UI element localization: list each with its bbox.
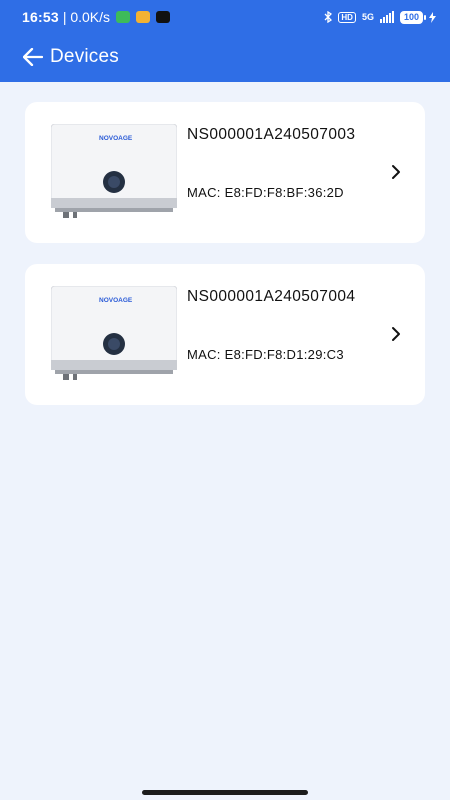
inverter-device-image: NOVOAGE — [51, 124, 177, 218]
nav-row: Devices — [0, 40, 450, 74]
status-speed: | 0.0K/s — [62, 9, 111, 25]
hd-badge: HD — [338, 11, 356, 23]
notes-app-icon — [136, 11, 151, 23]
network-label: 5G — [361, 12, 374, 22]
home-indicator[interactable] — [142, 790, 308, 795]
message-app-icon — [116, 11, 131, 23]
battery-level: 100 — [403, 11, 419, 22]
device-brand: NOVOAGE — [99, 297, 133, 304]
chevron-right-icon — [392, 165, 400, 179]
device-card[interactable]: NOVOAGE NS000001A240507003 MAC: E8:FD:F8… — [25, 102, 425, 243]
bluetooth-icon — [324, 11, 333, 23]
device-card[interactable]: NOVOAGE NS000001A240507004 MAC: E8:FD:F8… — [25, 264, 425, 405]
device-serial: NS000001A240507003 — [187, 126, 356, 143]
device-mac: MAC: E8:FD:F8:BF:36:2D — [187, 185, 344, 200]
charging-icon — [429, 11, 436, 23]
status-bar: 16:53 | 0.0K/s HD 5G 100 — [0, 0, 450, 34]
signal-icon — [379, 11, 394, 23]
device-brand: NOVOAGE — [99, 135, 133, 142]
back-button[interactable] — [20, 44, 46, 70]
app-header: 16:53 | 0.0K/s HD 5G 100 Devices — [0, 0, 450, 82]
tiktok-app-icon — [156, 11, 171, 23]
device-mac: MAC: E8:FD:F8:D1:29:C3 — [187, 347, 344, 362]
page-title: Devices — [50, 46, 119, 67]
status-time: 16:53 — [22, 9, 59, 25]
arrow-left-icon — [23, 48, 43, 66]
status-app-icons — [116, 11, 171, 23]
device-serial: NS000001A240507004 — [187, 288, 356, 305]
battery-icon: 100 — [399, 10, 427, 24]
status-right-icons: HD 5G 100 — [324, 10, 436, 24]
inverter-device-image: NOVOAGE — [51, 286, 177, 380]
chevron-right-icon — [392, 327, 400, 341]
